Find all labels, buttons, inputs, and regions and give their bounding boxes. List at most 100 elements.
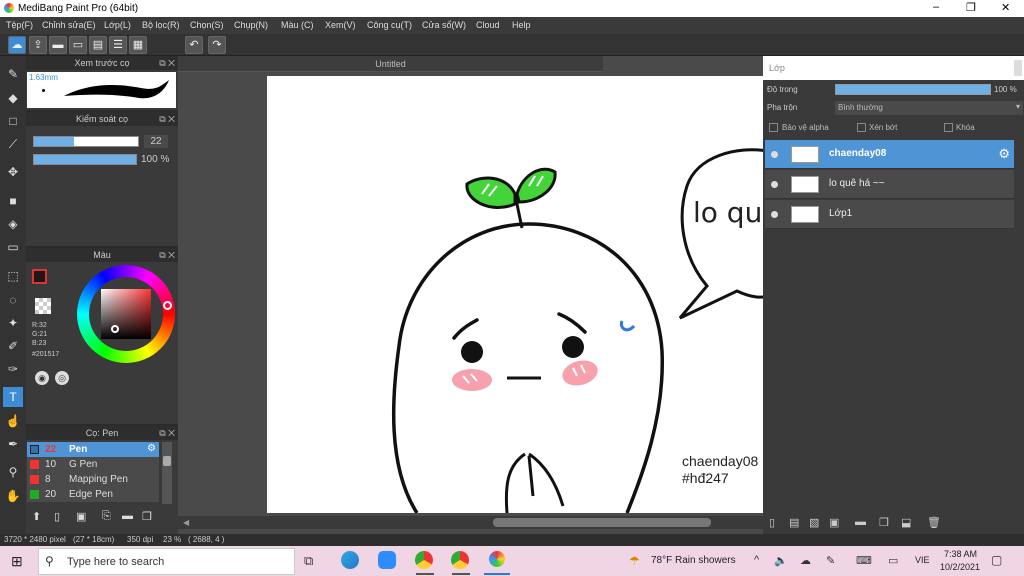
- medibang-taskbar-icon[interactable]: [489, 551, 505, 567]
- bucket-tool-icon[interactable]: ◈: [3, 214, 23, 234]
- rectangle-tool-icon[interactable]: □: [3, 111, 23, 131]
- brush-item-mapping-pen[interactable]: 8 Mapping Pen: [27, 472, 159, 487]
- folder-icon[interactable]: ▬: [855, 516, 866, 528]
- keyboard-icon[interactable]: ⌨: [856, 554, 872, 567]
- list-icon[interactable]: ☰: [109, 36, 127, 54]
- clock-time[interactable]: 7:38 AM: [944, 549, 977, 559]
- layer-item-chaenday08[interactable]: chaenday08 ⚙: [765, 140, 1014, 169]
- magic-wand-tool-icon[interactable]: ✦: [3, 313, 23, 333]
- lasso-tool-icon[interactable]: ◌: [3, 290, 23, 310]
- new-halftone-layer-icon[interactable]: ▤: [789, 516, 799, 529]
- message-icon[interactable]: ▭: [69, 36, 87, 54]
- brush-size-value[interactable]: 22: [144, 135, 168, 148]
- clip-checkbox[interactable]: [857, 123, 866, 132]
- operation-tool-icon[interactable]: ☝: [3, 411, 23, 431]
- new-brush-icon[interactable]: ▯: [54, 510, 60, 523]
- trash-icon[interactable]: 🗑: [927, 516, 941, 529]
- brush-item-gpen[interactable]: 10 G Pen: [27, 457, 159, 472]
- scrollbar-thumb[interactable]: [493, 518, 711, 527]
- close-icon[interactable]: ⧉ ✕: [159, 426, 175, 440]
- duplicate-layer-icon[interactable]: ❐: [879, 516, 889, 529]
- foreground-color-swatch[interactable]: [32, 269, 47, 284]
- new-layer-icon[interactable]: ▯: [769, 516, 775, 529]
- hue-wheel[interactable]: [77, 265, 175, 363]
- menu-capture[interactable]: Chụp(N): [234, 20, 268, 30]
- menu-select[interactable]: Chọn(S): [190, 20, 224, 30]
- menu-color[interactable]: Màu (C): [281, 20, 314, 30]
- layer-opacity-slider[interactable]: [835, 84, 991, 95]
- menu-view[interactable]: Xem(V): [325, 20, 356, 30]
- weather-text[interactable]: 78°F Rain showers: [651, 555, 736, 566]
- hand-tool-icon[interactable]: ✋: [3, 486, 23, 506]
- drawing-canvas[interactable]: lo qu chaenday08 #hđ247: [267, 76, 763, 513]
- brush-item-pen[interactable]: 22 Pen ⚙: [27, 442, 159, 457]
- clock-date[interactable]: 10/2/2021: [940, 562, 980, 572]
- panel-scroll[interactable]: [1014, 60, 1022, 76]
- gear-icon[interactable]: ⚙: [147, 443, 156, 454]
- volume-icon[interactable]: 🔈: [774, 554, 788, 567]
- network-icon[interactable]: ☁: [800, 554, 811, 567]
- eyedropper-tool-icon[interactable]: ⚲: [3, 462, 23, 482]
- eraser-tool-icon[interactable]: ◆: [3, 88, 23, 108]
- cloud-icon[interactable]: ☁: [8, 36, 26, 54]
- close-icon[interactable]: ⧉ ✕: [159, 248, 175, 262]
- close-button[interactable]: ✕: [1001, 1, 1010, 14]
- palette-add-icon[interactable]: ◎: [55, 371, 69, 385]
- protect-alpha-checkbox[interactable]: [769, 123, 778, 132]
- display-icon[interactable]: ▭: [888, 554, 898, 567]
- select-rect-tool-icon[interactable]: ⬚: [3, 266, 23, 286]
- select-pen-tool-icon[interactable]: ✐: [3, 336, 23, 356]
- chrome-icon[interactable]: [415, 551, 433, 569]
- chrome-profile-icon[interactable]: [451, 551, 469, 569]
- grid-icon[interactable]: ▦: [129, 36, 147, 54]
- hue-cursor[interactable]: [163, 301, 172, 310]
- text-tool-icon[interactable]: T: [3, 387, 23, 407]
- add-layer-icon[interactable]: ▣: [829, 516, 839, 529]
- redo-icon[interactable]: ↷: [208, 36, 226, 54]
- document-icon[interactable]: ▤: [89, 36, 107, 54]
- brush-item-edge-pen[interactable]: 20 Edge Pen: [27, 487, 159, 502]
- menu-filter[interactable]: Bộ lọc(R): [142, 20, 180, 30]
- fill-rect-tool-icon[interactable]: ■: [3, 191, 23, 211]
- canvas-horizontal-scrollbar[interactable]: ◀: [178, 516, 763, 529]
- palette-icon[interactable]: ◉: [35, 371, 49, 385]
- chevron-up-icon[interactable]: ^: [754, 554, 759, 566]
- menu-cloud[interactable]: Cloud: [476, 20, 500, 30]
- task-view-icon[interactable]: ⧉: [304, 553, 313, 569]
- menu-window[interactable]: Cửa sổ(W): [422, 20, 466, 30]
- merge-layer-icon[interactable]: ⬓: [901, 516, 911, 529]
- taskbar-search-box[interactable]: ⚲ Type here to search: [38, 548, 295, 575]
- move-tool-icon[interactable]: ✥: [3, 162, 23, 182]
- menu-tools[interactable]: Công cụ(T): [367, 20, 412, 30]
- maximize-button[interactable]: ❐: [966, 1, 976, 14]
- brush-opacity-slider[interactable]: [33, 154, 137, 165]
- comment-icon[interactable]: ▬: [49, 36, 67, 54]
- windows-start-icon[interactable]: ⊞: [11, 553, 23, 570]
- minimize-button[interactable]: –: [933, 1, 939, 13]
- pen-icon[interactable]: ✎: [826, 554, 835, 567]
- document-tab[interactable]: Untitled: [178, 56, 603, 72]
- menu-layer[interactable]: Lớp(L): [104, 20, 131, 30]
- blur-tool-icon[interactable]: ✒: [3, 434, 23, 454]
- copy-brush-icon[interactable]: ⎘: [102, 510, 111, 523]
- color-picker-cursor[interactable]: [111, 325, 119, 333]
- brush-tool-icon[interactable]: ✎: [3, 64, 23, 84]
- transparent-color-swatch[interactable]: [35, 298, 51, 314]
- menu-help[interactable]: Help: [512, 20, 531, 30]
- undo-icon[interactable]: ↶: [185, 36, 203, 54]
- select-eraser-tool-icon[interactable]: ✑: [3, 359, 23, 379]
- brush-list-scrollbar[interactable]: [162, 442, 172, 504]
- brush-add-icon[interactable]: ▣: [76, 510, 86, 523]
- lock-checkbox[interactable]: [944, 123, 953, 132]
- saturation-value-square[interactable]: [101, 289, 151, 339]
- close-icon[interactable]: ⧉ ✕: [159, 112, 175, 126]
- layer-item-lo-que-ha[interactable]: lo quê há ~~: [765, 170, 1014, 199]
- line-tool-icon[interactable]: ⟋: [3, 134, 23, 154]
- brush-size-slider[interactable]: [33, 136, 139, 147]
- upload-icon[interactable]: ⇪: [29, 36, 47, 54]
- input-language[interactable]: VIE: [915, 555, 930, 565]
- gear-icon[interactable]: ⚙: [998, 146, 1010, 162]
- duplicate-icon[interactable]: ❐: [142, 510, 152, 523]
- new-1bit-layer-icon[interactable]: ▧: [809, 516, 819, 529]
- blend-mode-select[interactable]: Bình thường ▾: [835, 101, 1023, 115]
